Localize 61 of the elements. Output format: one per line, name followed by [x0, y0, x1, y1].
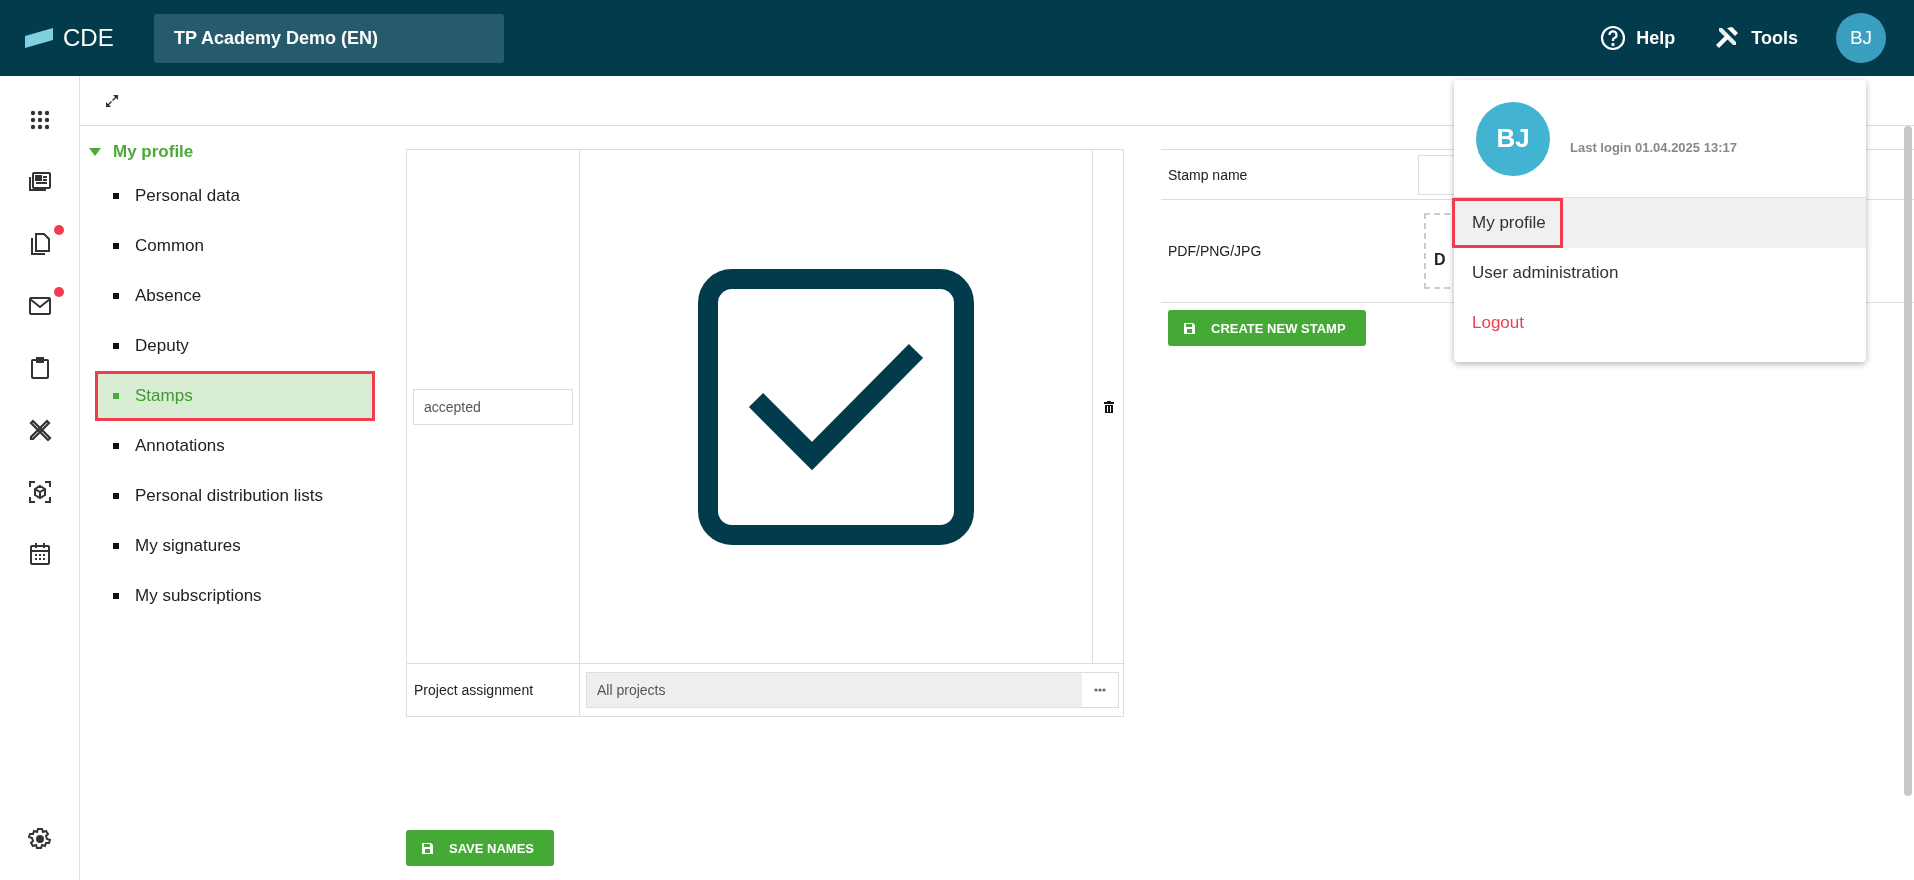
- last-login-text: Last login 01.04.2025 13:17: [1570, 140, 1737, 155]
- menu-item[interactable]: Logout: [1454, 298, 1866, 348]
- tree-item-label: Common: [135, 236, 204, 256]
- tree-item-label: My subscriptions: [135, 586, 262, 606]
- project-field[interactable]: All projects: [586, 672, 1119, 708]
- tree-item[interactable]: Annotations: [95, 421, 375, 471]
- bullet-icon: [113, 443, 119, 449]
- menu-item[interactable]: User administration: [1454, 248, 1866, 298]
- tree-item[interactable]: Deputy: [95, 321, 375, 371]
- tree-item-label: Personal data: [135, 186, 240, 206]
- menu-item-label: My profile: [1452, 198, 1563, 248]
- tree-item[interactable]: Personal data: [95, 171, 375, 221]
- collapse-icon[interactable]: [105, 93, 119, 108]
- save-icon: [1184, 322, 1195, 334]
- menu-item-label: Logout: [1471, 312, 1525, 334]
- project-assignment-label: Project assignment: [414, 682, 534, 698]
- bullet-icon: [113, 293, 119, 299]
- bullet-icon: [113, 343, 119, 349]
- tree-item[interactable]: Personal distribution lists: [95, 471, 375, 521]
- tree-item-label: Personal distribution lists: [135, 486, 324, 506]
- menu-item[interactable]: My profile: [1454, 198, 1866, 248]
- tools-button[interactable]: Tools: [1713, 25, 1798, 51]
- calendar-icon[interactable]: [28, 542, 51, 566]
- tree-item-label: Absence: [135, 286, 202, 306]
- bullet-icon: [113, 393, 119, 399]
- help-icon: [1600, 25, 1627, 51]
- stamp-name-label: Stamp name: [1168, 166, 1249, 183]
- save-icon: [422, 842, 433, 854]
- file-type-label: PDF/PNG/JPG: [1168, 243, 1263, 259]
- tree-item[interactable]: Common: [95, 221, 375, 271]
- newspaper-icon[interactable]: [27, 171, 52, 193]
- documents-icon[interactable]: [28, 232, 51, 256]
- tree-item-label: My signatures: [135, 536, 241, 556]
- tree-item[interactable]: My subscriptions: [95, 571, 375, 621]
- bullet-icon: [113, 243, 119, 249]
- tree-item-label: Annotations: [135, 436, 225, 456]
- stamp-name-field[interactable]: accepted: [413, 388, 573, 425]
- logo-text: CDE: [63, 24, 114, 52]
- bullet-icon: [113, 543, 119, 549]
- bullet-icon: [113, 493, 119, 499]
- project-value: All projects: [597, 682, 667, 698]
- bullet-icon: [113, 593, 119, 599]
- logo-icon: [25, 28, 53, 48]
- bullet-icon: [113, 193, 119, 199]
- tree-item[interactable]: Absence: [95, 271, 375, 321]
- mail-icon[interactable]: [27, 296, 52, 316]
- more-icon: [1094, 688, 1106, 692]
- tree-section-label: My profile: [113, 142, 194, 162]
- cube-scan-icon[interactable]: [27, 480, 52, 504]
- menu-item-label: User administration: [1471, 262, 1620, 284]
- scrollbar[interactable]: [1904, 126, 1912, 796]
- help-button[interactable]: Help: [1600, 25, 1676, 51]
- clipboard-icon[interactable]: [28, 356, 51, 380]
- settings-icon[interactable]: [27, 827, 52, 851]
- tree-item-label: Deputy: [135, 336, 189, 356]
- project-selector[interactable]: TP Academy Demo (EN): [154, 13, 504, 63]
- tree-item-label: Stamps: [135, 386, 193, 406]
- trash-icon[interactable]: [1104, 400, 1114, 413]
- apps-grid-icon[interactable]: [29, 110, 50, 130]
- tree-item[interactable]: My signatures: [95, 521, 375, 571]
- user-avatar: BJ: [1476, 101, 1550, 176]
